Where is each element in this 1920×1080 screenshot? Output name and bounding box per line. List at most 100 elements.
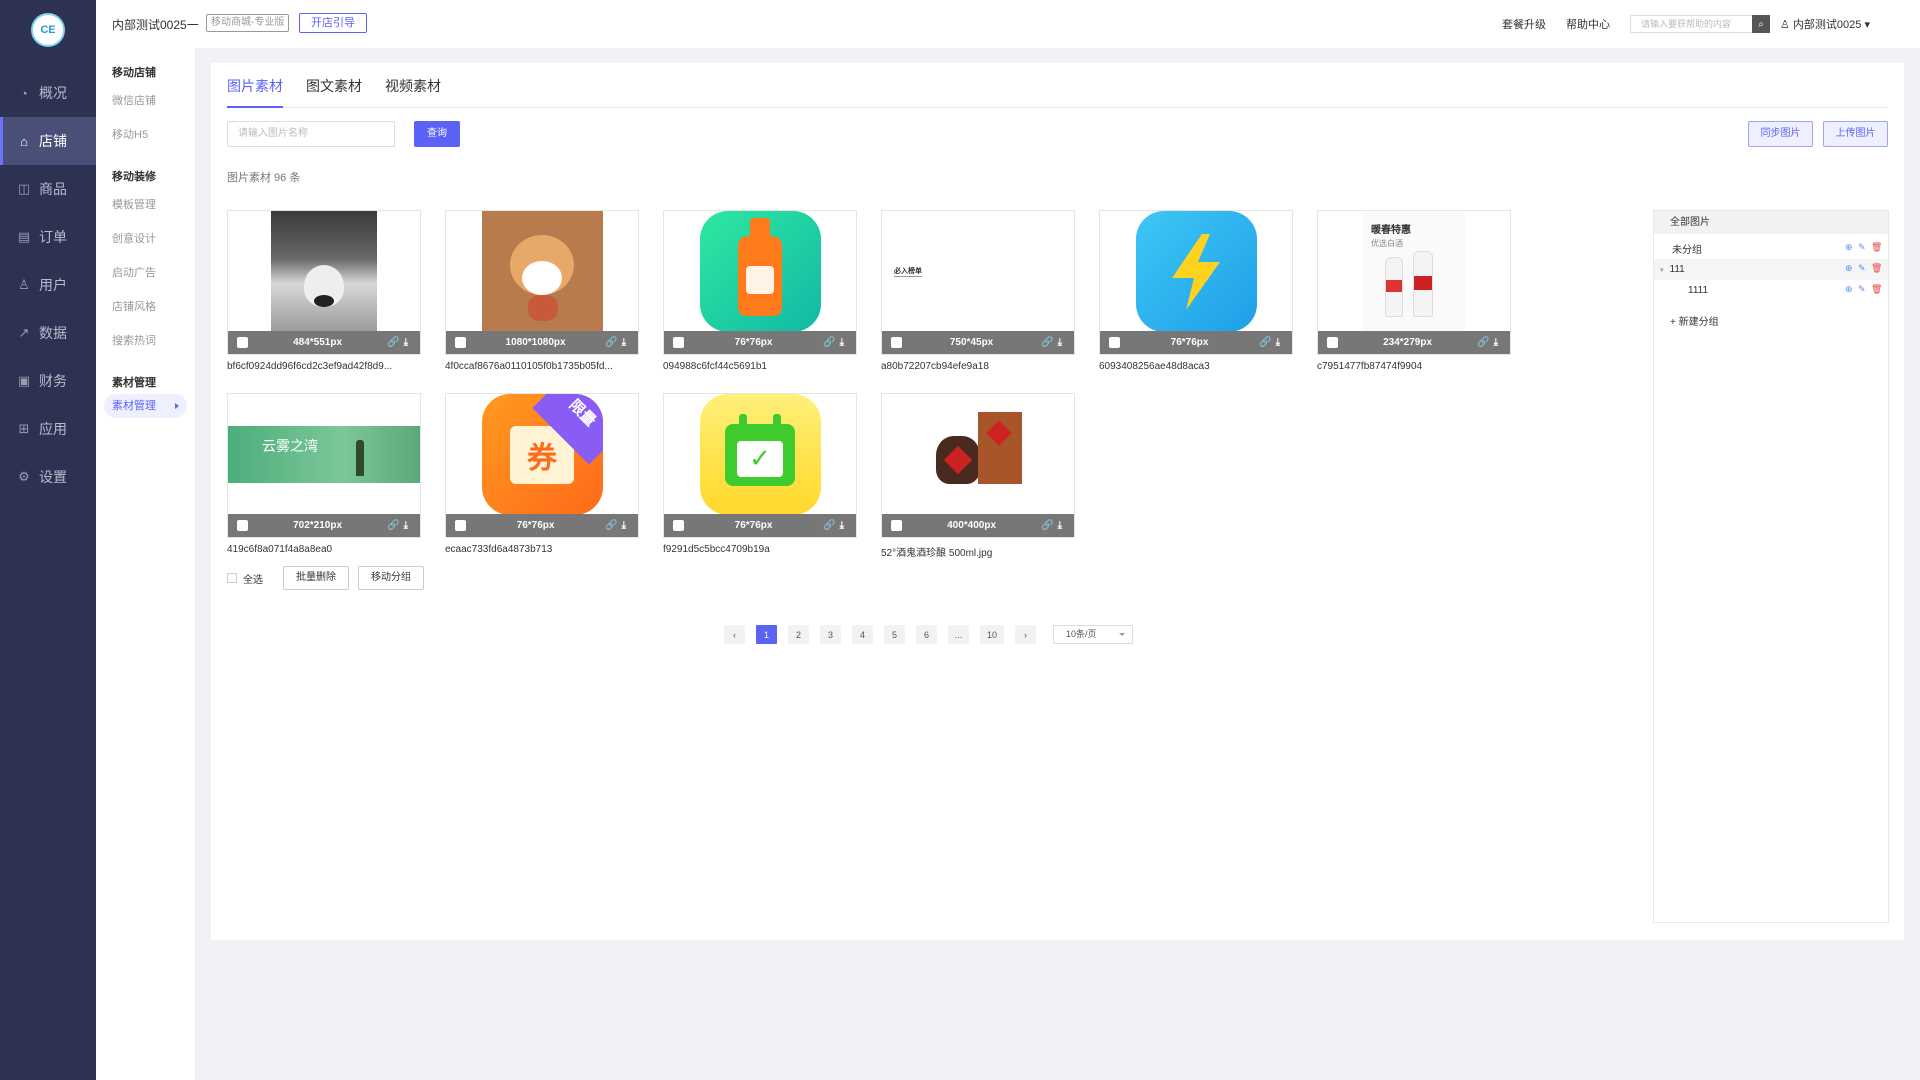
image-checkbox[interactable] (891, 337, 902, 348)
link-icon[interactable]: 🔗 (823, 520, 839, 531)
nav-item-users[interactable]: ♙ 用户 (0, 261, 96, 309)
download-icon[interactable]: ⤓ (1276, 337, 1284, 348)
tab-articles[interactable]: 图文素材 (306, 63, 362, 107)
delete-icon[interactable]: 🗑 (1871, 264, 1882, 273)
download-icon[interactable]: ⤓ (1058, 520, 1066, 531)
link-icon[interactable]: 🔗 (605, 520, 621, 531)
page-button[interactable]: 10 (980, 625, 1004, 644)
page-button[interactable]: 6 (916, 625, 937, 644)
image-tile[interactable]: 云雾之湾 702*210px 🔗⤓ 419c6f8a071f4a8a8ea0 (227, 393, 421, 559)
select-all-checkbox[interactable] (227, 573, 237, 583)
image-checkbox[interactable] (455, 520, 466, 531)
link-icon[interactable]: 🔗 (387, 337, 403, 348)
submenu-item-wechat-store[interactable]: 微信店铺 (96, 84, 195, 118)
tab-images[interactable]: 图片素材 (227, 63, 283, 108)
link-icon[interactable]: 🔗 (387, 520, 403, 531)
image-checkbox[interactable] (891, 520, 902, 531)
nav-item-finance[interactable]: ▣ 财务 (0, 357, 96, 405)
nav-item-orders[interactable]: ▤ 订单 (0, 213, 96, 261)
nav-item-data[interactable]: ↗ 数据 (0, 309, 96, 357)
sync-images-button[interactable]: 同步图片 (1748, 121, 1813, 147)
image-tile[interactable]: 400*400px 🔗⤓ 52°酒鬼酒珍酿 500ml.jpg (881, 393, 1075, 559)
page-button[interactable]: 5 (884, 625, 905, 644)
submenu-item-launch-ad[interactable]: 启动广告 (96, 256, 195, 290)
nav-item-goods[interactable]: ◫ 商品 (0, 165, 96, 213)
link-icon[interactable]: 🔗 (823, 337, 839, 348)
image-checkbox[interactable] (1327, 337, 1338, 348)
submenu-item-creative[interactable]: 创意设计 (96, 222, 195, 256)
image-checkbox[interactable] (455, 337, 466, 348)
upload-images-button[interactable]: 上传图片 (1823, 121, 1888, 147)
link-icon[interactable]: 🔗 (1041, 337, 1057, 348)
download-icon[interactable]: ⤓ (1058, 337, 1066, 348)
logo[interactable]: CE (31, 13, 65, 47)
link-icon[interactable]: 🔗 (1041, 520, 1057, 531)
page-size-select[interactable]: 10条/页 (1053, 625, 1133, 644)
delete-icon[interactable]: 🗑 (1871, 285, 1882, 294)
download-icon[interactable]: ⤓ (840, 337, 848, 348)
page-button[interactable]: 4 (852, 625, 873, 644)
image-tile[interactable]: 限量 券 76*76px 🔗⤓ ecaac733fd6a4873b713 (445, 393, 639, 559)
tab-videos[interactable]: 视频素材 (385, 63, 441, 107)
submenu-item-materials[interactable]: 素材管理 (104, 394, 187, 418)
add-icon[interactable]: ⊕ (1845, 285, 1854, 294)
download-icon[interactable]: ⤓ (622, 520, 630, 531)
edit-icon[interactable]: ✎ (1858, 243, 1867, 252)
move-group-button[interactable]: 移动分组 (358, 566, 424, 590)
nav-item-overview[interactable]: ◔ 概况 (0, 69, 96, 117)
download-icon[interactable]: ⤓ (1494, 337, 1502, 348)
image-tile[interactable]: 484*551px 🔗⤓ bf6cf0924dd96f6cd2c3ef9ad42f… (227, 210, 421, 372)
delete-icon[interactable]: 🗑 (1871, 243, 1882, 252)
page-ellipsis[interactable]: ... (948, 625, 969, 644)
group-item[interactable]: 未分组 ⊕ ✎ 🗑 (1654, 238, 1888, 259)
prev-page-button[interactable]: ‹ (724, 625, 745, 644)
submenu-item-mobile-h5[interactable]: 移动H5 (96, 118, 195, 152)
download-icon[interactable]: ⤓ (840, 520, 848, 531)
search-icon[interactable]: ⌕ (1752, 15, 1770, 33)
image-tile[interactable]: 暖春特惠 优选白酒 234*279px 🔗⤓ c7951477fb87474f99… (1317, 210, 1511, 372)
caret-down-icon[interactable]: ▾ (1660, 266, 1664, 274)
group-panel-title[interactable]: 全部图片 (1654, 211, 1888, 234)
nav-item-settings[interactable]: ⚙ 设置 (0, 453, 96, 501)
submenu-item-templates[interactable]: 模板管理 (96, 188, 195, 222)
batch-delete-button[interactable]: 批量删除 (283, 566, 349, 590)
download-icon[interactable]: ⤓ (404, 337, 412, 348)
image-tile[interactable]: 必入榜单 750*45px 🔗⤓ a80b72207cb94efe9a18 (881, 210, 1075, 372)
page-button[interactable]: 1 (756, 625, 777, 644)
group-item[interactable]: ▾ 111 ⊕ ✎ 🗑 (1654, 259, 1888, 280)
page-button[interactable]: 2 (788, 625, 809, 644)
new-group-button[interactable]: + 新建分组 (1654, 313, 1888, 328)
image-checkbox[interactable] (1109, 337, 1120, 348)
submenu-item-hot-words[interactable]: 搜索热词 (96, 324, 195, 358)
image-tile[interactable]: 1080*1080px 🔗⤓ 4f0ccaf8676a0110105f0b1735… (445, 210, 639, 372)
image-tile[interactable]: 76*76px 🔗⤓ 094988c6fcf44c5691b1 (663, 210, 857, 372)
link-icon[interactable]: 🔗 (605, 337, 621, 348)
nav-item-apps[interactable]: ⊞ 应用 (0, 405, 96, 453)
help-search-input[interactable]: 请输入要获帮助的内容 (1630, 15, 1752, 33)
user-menu[interactable]: ♙ 内部测试0025 ▾ (1780, 16, 1870, 32)
link-icon[interactable]: 🔗 (1259, 337, 1275, 348)
edit-icon[interactable]: ✎ (1858, 285, 1867, 294)
query-button[interactable]: 查询 (414, 121, 460, 147)
select-all-label[interactable]: 全选 (243, 571, 263, 586)
image-tile[interactable]: ✓ 76*76px 🔗⤓ f9291d5c5bcc4709b19a (663, 393, 857, 559)
next-page-button[interactable]: › (1015, 625, 1036, 644)
add-icon[interactable]: ⊕ (1845, 243, 1854, 252)
group-item[interactable]: 1111 ⊕ ✎ 🗑 (1654, 280, 1888, 301)
link-icon[interactable]: 🔗 (1477, 337, 1493, 348)
upgrade-link[interactable]: 套餐升级 (1502, 16, 1546, 32)
submenu-item-style[interactable]: 店铺风格 (96, 290, 195, 324)
image-checkbox[interactable] (237, 520, 248, 531)
download-icon[interactable]: ⤓ (404, 520, 412, 531)
image-checkbox[interactable] (673, 337, 684, 348)
download-icon[interactable]: ⤓ (622, 337, 630, 348)
help-link[interactable]: 帮助中心 (1566, 16, 1610, 32)
image-checkbox[interactable] (237, 337, 248, 348)
edit-icon[interactable]: ✎ (1858, 264, 1867, 273)
nav-item-store[interactable]: ⌂ 店铺 (0, 117, 96, 165)
image-name-input[interactable]: 请输入图片名称 (227, 121, 395, 147)
image-checkbox[interactable] (673, 520, 684, 531)
guide-button[interactable]: 开店引导 (299, 13, 367, 33)
image-tile[interactable]: 76*76px 🔗⤓ 6093408256ae48d8aca3 (1099, 210, 1293, 372)
add-icon[interactable]: ⊕ (1845, 264, 1854, 273)
